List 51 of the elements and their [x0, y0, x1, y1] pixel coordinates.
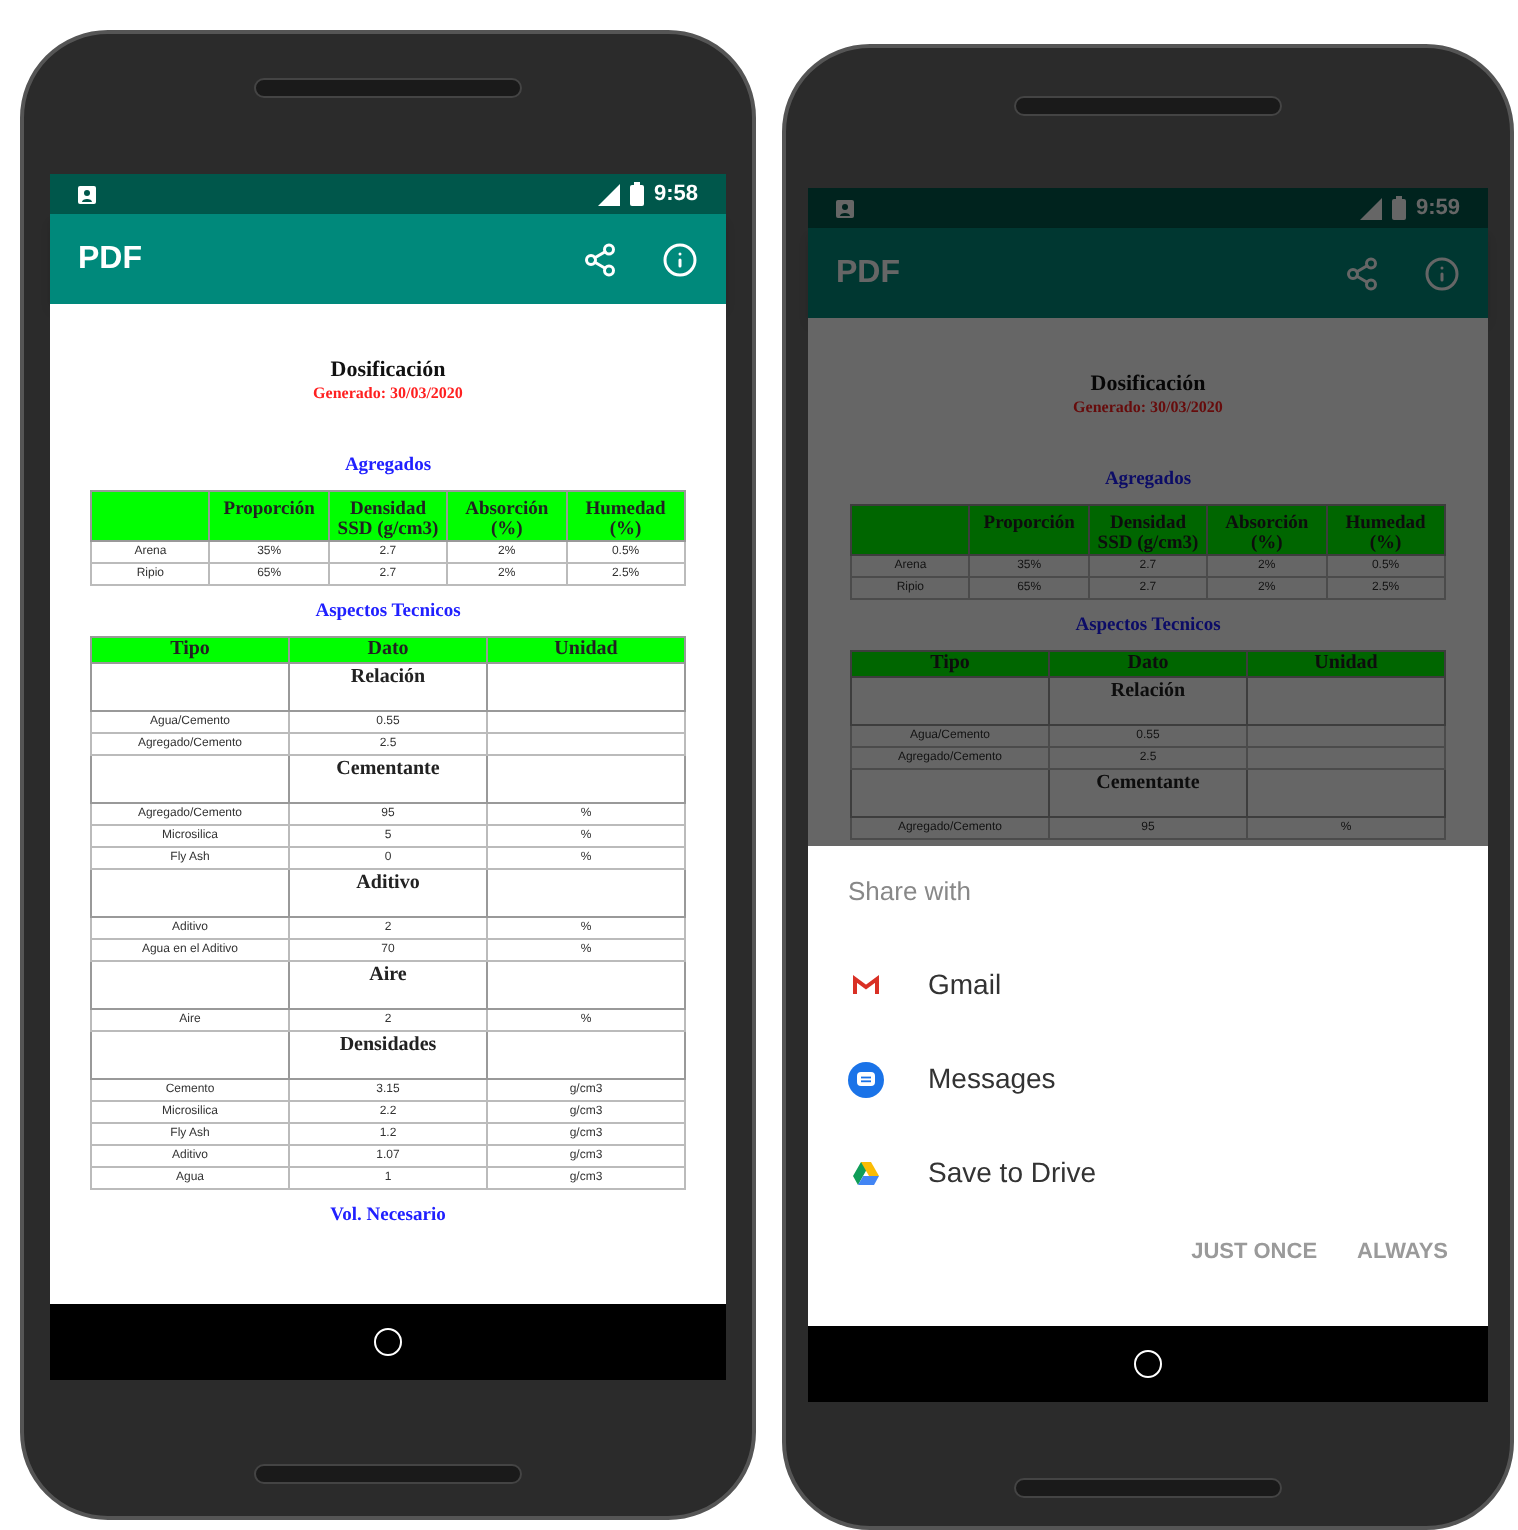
column-header: Densidad SSD (g/cm3) [328, 491, 448, 541]
column-header: Proporción [969, 505, 1089, 555]
section-heading: Agregados [1104, 468, 1192, 492]
group-heading: Aditivo [289, 869, 487, 917]
group-heading: Relación [289, 663, 487, 711]
section-heading: Aspectos Tecnicos [315, 600, 461, 624]
column-header: Unidad [1247, 651, 1445, 677]
home-button[interactable] [1134, 1350, 1162, 1378]
group-heading: Densidades [289, 1031, 487, 1079]
clock-time: 9:58 [653, 179, 698, 210]
notification-icon [78, 185, 96, 203]
signal-icon [1359, 197, 1382, 219]
column-header: Tipo [851, 651, 1049, 677]
column-header: Humedad (%) [1326, 505, 1445, 555]
section-heading: Vol. Necesario [330, 1204, 446, 1228]
column-header: Tipo [91, 637, 289, 663]
info-button[interactable] [1424, 255, 1460, 291]
home-button[interactable] [374, 1328, 402, 1356]
sheet-title: Share with [848, 876, 973, 908]
clock-time: 9:59 [1415, 193, 1460, 224]
share-target[interactable]: Save to Drive [848, 1126, 1448, 1220]
share-button[interactable] [1344, 255, 1380, 291]
share-target[interactable]: Gmail [848, 938, 1448, 1032]
column-header: Proporción [209, 491, 329, 541]
section-heading: Aspectos Tecnicos [1075, 614, 1221, 638]
section-heading: Agregados [344, 454, 432, 478]
battery-icon [629, 182, 644, 206]
notification-icon [836, 199, 854, 217]
column-header: Unidad [487, 637, 685, 663]
column-header: Densidad SSD (g/cm3) [1088, 505, 1208, 555]
signal-icon [597, 183, 620, 205]
column-header: Humedad (%) [566, 491, 685, 541]
column-header: Absorción (%) [1207, 505, 1327, 555]
group-heading: Cementante [1049, 769, 1247, 817]
document-title: Dosificación [1090, 372, 1206, 398]
share-target[interactable]: Messages [848, 1032, 1448, 1126]
battery-icon [1391, 196, 1406, 220]
group-heading: Aire [289, 961, 487, 1009]
group-heading: Relación [1049, 677, 1247, 725]
app-bar-title: PDF [78, 239, 144, 279]
document-title: Dosificación [330, 358, 446, 384]
column-header: Absorción (%) [447, 491, 567, 541]
share-button[interactable] [582, 241, 618, 277]
info-button[interactable] [662, 241, 698, 277]
column-header: Dato [289, 637, 487, 663]
column-header: Dato [1049, 651, 1247, 677]
app-bar-title: PDF [836, 253, 902, 293]
chat-bubble-icon [848, 1061, 884, 1097]
group-heading: Cementante [289, 755, 487, 803]
generated-date: Generado: 30/03/2020 [313, 384, 463, 404]
generated-date: Generado: 30/03/2020 [1073, 398, 1223, 418]
